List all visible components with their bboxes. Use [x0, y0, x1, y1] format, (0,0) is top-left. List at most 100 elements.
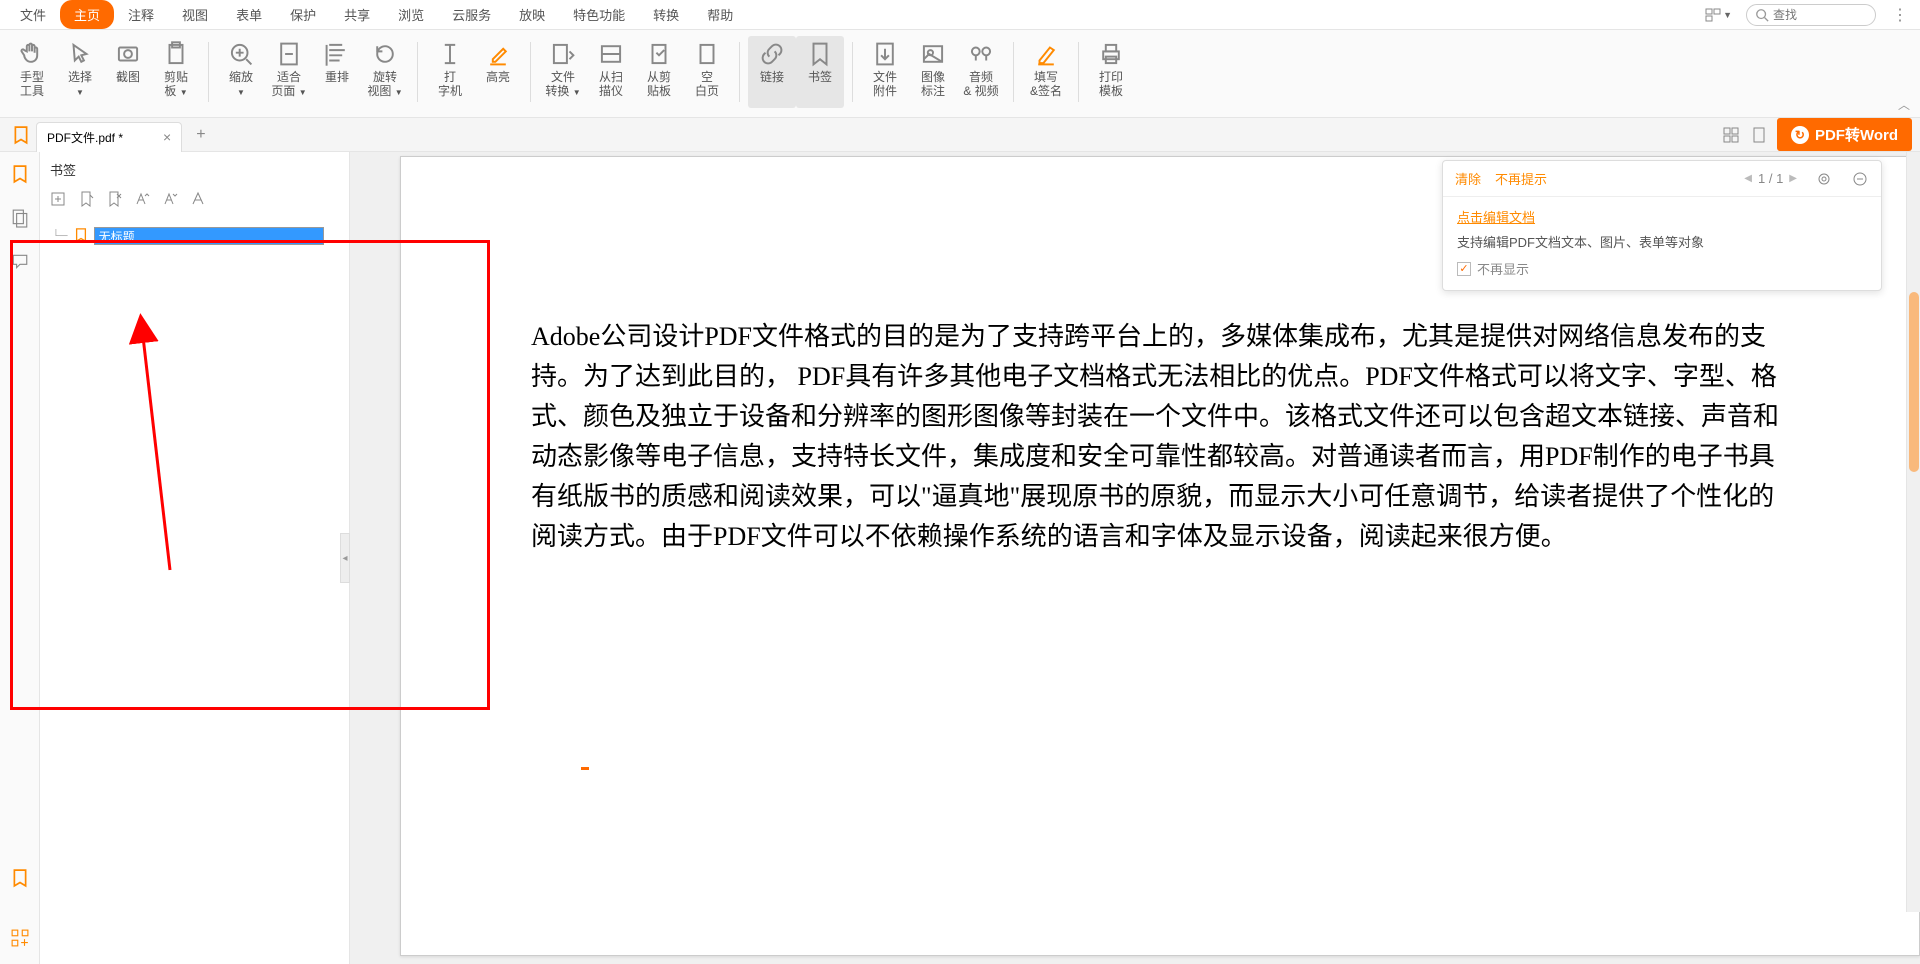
- bm-font-shrink-icon[interactable]: [162, 191, 180, 209]
- bm-expand-icon[interactable]: [50, 191, 68, 209]
- tabbar-home-icon[interactable]: [6, 126, 36, 144]
- ribbon-screenshot-button[interactable]: 截图: [104, 36, 152, 108]
- rail-pages-icon[interactable]: [10, 208, 30, 228]
- menu-share[interactable]: 共享: [330, 0, 384, 29]
- ribbon-print-button[interactable]: 打印 模板: [1087, 36, 1135, 108]
- ribbon-zoom-button[interactable]: 缩放 ▼: [217, 36, 265, 108]
- bm-font-grow-icon[interactable]: [134, 191, 152, 209]
- document-tab[interactable]: PDF文件.pdf * ×: [36, 122, 182, 152]
- tip-body: 点击编辑文档 支持编辑PDF文档文本、图片、表单等对象 ✓ 不再显示: [1443, 197, 1881, 290]
- menubar-kebab-icon[interactable]: ⋮: [1886, 5, 1914, 25]
- rail-comment-icon[interactable]: [10, 252, 30, 272]
- menu-protect[interactable]: 保护: [276, 0, 330, 29]
- tip-dont-show[interactable]: ✓ 不再显示: [1457, 259, 1867, 278]
- rail-favorite-icon[interactable]: [10, 868, 30, 888]
- menu-help[interactable]: 帮助: [693, 0, 747, 29]
- ribbon-fromclip-button[interactable]: 从剪 贴板: [635, 36, 683, 108]
- tip-nomore-link[interactable]: 不再提示: [1495, 169, 1547, 188]
- ribbon: 手型 工具选择 ▼截图剪贴 板 ▼ 缩放 ▼适合 页面 ▼ 重排旋转 视图 ▼ 打 字…: [0, 30, 1920, 118]
- ribbon-label: 图像 标注: [921, 70, 945, 98]
- ribbon-attach-button[interactable]: 文件 附件: [861, 36, 909, 108]
- ribbon-label: 打 字机: [438, 70, 462, 98]
- bm-font-icon[interactable]: [190, 191, 208, 209]
- tip-minimize-icon[interactable]: [1851, 170, 1869, 188]
- ribbon-label: 填写 &签名: [1030, 70, 1062, 98]
- ribbon-sign-button[interactable]: 填写 &签名: [1022, 36, 1070, 108]
- tabbar: PDF文件.pdf * × + ↻ PDF转Word: [0, 118, 1920, 152]
- menu-form[interactable]: 表单: [222, 0, 276, 29]
- vertical-scrollbar[interactable]: [1906, 152, 1920, 912]
- bookmark-item[interactable]: └─: [52, 227, 337, 245]
- panel-collapse-handle[interactable]: ◂: [340, 533, 350, 583]
- tabbar-page-icon[interactable]: [1749, 125, 1769, 145]
- ribbon-reflow-button[interactable]: 重排: [313, 36, 361, 108]
- ribbon-convert-button[interactable]: 文件 转换 ▼: [539, 36, 587, 108]
- document-tab-label: PDF文件.pdf *: [47, 129, 123, 146]
- search-box[interactable]: [1746, 4, 1876, 26]
- menu-home[interactable]: 主页: [60, 0, 114, 29]
- ribbon-label: 重排: [325, 70, 349, 84]
- tab-add-button[interactable]: +: [182, 126, 219, 144]
- tip-title-link[interactable]: 点击编辑文档: [1457, 207, 1535, 226]
- tip-dont-show-label: 不再显示: [1477, 259, 1529, 278]
- typewriter-icon: [436, 40, 464, 68]
- menu-features[interactable]: 特色功能: [559, 0, 639, 29]
- search-input[interactable]: [1773, 8, 1853, 22]
- menubar: 文件 主页 注释 视图 表单 保护 共享 浏览 云服务 放映 特色功能 转换 帮…: [0, 0, 1920, 30]
- ribbon-label: 从剪 贴板: [647, 70, 671, 98]
- ribbon-label: 剪贴 板 ▼: [164, 70, 188, 100]
- menu-slideshow[interactable]: 放映: [505, 0, 559, 29]
- link-icon: [758, 40, 786, 68]
- ribbon-scanner-button[interactable]: 从扫 描仪: [587, 36, 635, 108]
- bm-add-icon[interactable]: [78, 191, 96, 209]
- menu-file[interactable]: 文件: [6, 0, 60, 29]
- bookmark-icon: [806, 40, 834, 68]
- menu-comment[interactable]: 注释: [114, 0, 168, 29]
- print-icon: [1097, 40, 1125, 68]
- pdf-to-word-icon: ↻: [1791, 126, 1809, 144]
- ribbon-blank-button[interactable]: 空 白页: [683, 36, 731, 108]
- tabbar-grid-icon[interactable]: [1721, 125, 1741, 145]
- ribbon-bookmark-button[interactable]: 书签: [796, 36, 844, 108]
- ribbon-select-button[interactable]: 选择 ▼: [56, 36, 104, 108]
- clipboard-icon: [162, 40, 190, 68]
- menu-cloud[interactable]: 云服务: [438, 0, 505, 29]
- ribbon-hand-button[interactable]: 手型 工具: [8, 36, 56, 108]
- pdf-to-word-button[interactable]: ↻ PDF转Word: [1777, 118, 1912, 151]
- ribbon-link-button[interactable]: 链接: [748, 36, 796, 108]
- cursor-marker: [581, 767, 589, 770]
- ribbon-imganno-button[interactable]: 图像 标注: [909, 36, 957, 108]
- ribbon-label: 手型 工具: [20, 70, 44, 98]
- menu-convert[interactable]: 转换: [639, 0, 693, 29]
- tip-prev-icon[interactable]: ◀: [1744, 173, 1752, 184]
- tip-next-icon[interactable]: ▶: [1789, 173, 1797, 184]
- rail-apps-icon[interactable]: [10, 928, 30, 948]
- ribbon-collapse-icon[interactable]: ︿: [1898, 96, 1910, 113]
- tip-description: 支持编辑PDF文档文本、图片、表单等对象: [1457, 232, 1867, 251]
- menu-browse[interactable]: 浏览: [384, 0, 438, 29]
- ribbon-media-button[interactable]: 音频 & 视频: [957, 36, 1005, 108]
- ribbon-typewriter-button[interactable]: 打 字机: [426, 36, 474, 108]
- ribbon-rotate-button[interactable]: 旋转 视图 ▼: [361, 36, 409, 108]
- ribbon-label: 书签: [808, 70, 832, 84]
- close-tab-icon[interactable]: ×: [163, 129, 171, 145]
- bm-remove-icon[interactable]: [106, 191, 124, 209]
- ribbon-label: 音频 & 视频: [963, 70, 998, 98]
- ribbon-fitpage-button[interactable]: 适合 页面 ▼: [265, 36, 313, 108]
- tip-header: 清除 不再提示 ◀ 1 / 1 ▶: [1443, 161, 1881, 197]
- ribbon-highlight-button[interactable]: 高亮: [474, 36, 522, 108]
- select-icon: [66, 40, 94, 68]
- tip-settings-icon[interactable]: [1815, 170, 1833, 188]
- imganno-icon: [919, 40, 947, 68]
- blank-icon: [693, 40, 721, 68]
- menu-view[interactable]: 视图: [168, 0, 222, 29]
- tip-checkbox-icon[interactable]: ✓: [1457, 262, 1471, 276]
- scrollbar-thumb[interactable]: [1909, 292, 1919, 472]
- tip-clear-link[interactable]: 清除: [1455, 169, 1481, 188]
- menubar-mode-dropdown[interactable]: ▼: [1701, 5, 1736, 25]
- rail-bookmark-icon[interactable]: [10, 164, 30, 184]
- bookmark-title-input[interactable]: [94, 227, 324, 245]
- bookmark-entry-icon: [74, 228, 88, 245]
- ribbon-clipboard-button[interactable]: 剪贴 板 ▼: [152, 36, 200, 108]
- zoom-icon: [227, 40, 255, 68]
